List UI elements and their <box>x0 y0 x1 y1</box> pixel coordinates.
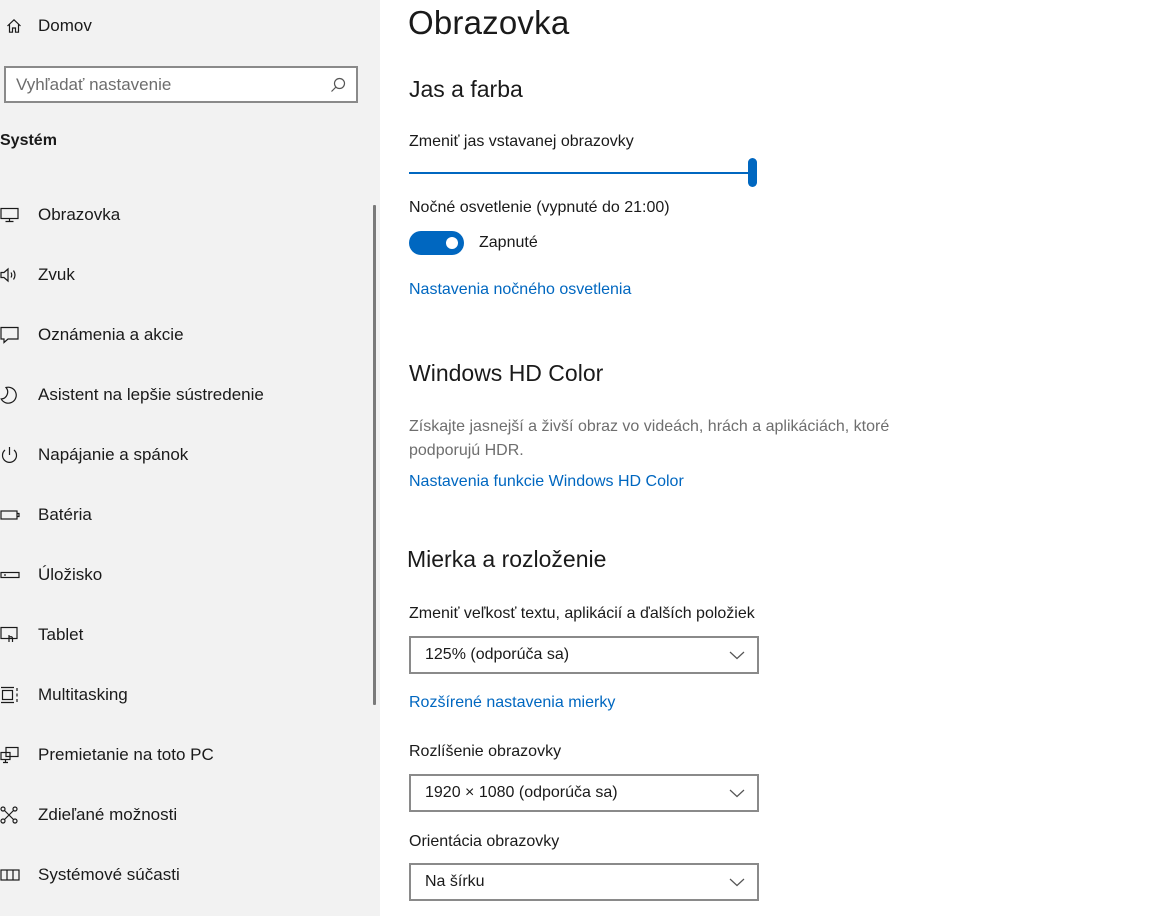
sidebar-item-label: Oznámenia a akcie <box>38 325 184 344</box>
projecting-icon <box>0 746 22 764</box>
hdr-settings-link[interactable]: Nastavenia funkcie Windows HD Color <box>409 473 684 491</box>
sidebar-item-multitasking[interactable]: Multitasking <box>0 665 372 725</box>
resolution-dropdown[interactable]: 1920 × 1080 (odporúča sa) <box>409 774 759 812</box>
sidebar-item-zvuk[interactable]: Zvuk <box>0 245 372 305</box>
chevron-down-icon <box>729 650 745 660</box>
night-light-settings-link[interactable]: Nastavenia nočného osvetlenia <box>409 281 631 299</box>
hdr-description-line: podporujú HDR. <box>409 442 524 459</box>
chevron-down-icon <box>729 788 745 798</box>
toggle-knob <box>446 237 458 249</box>
home-icon <box>0 18 28 34</box>
slider-track <box>409 172 753 174</box>
resolution-value: 1920 × 1080 (odporúča sa) <box>425 784 618 801</box>
home-nav-item[interactable]: Domov <box>0 12 92 40</box>
sidebar-item-zdielane[interactable]: Zdieľané možnosti <box>0 785 372 845</box>
sidebar-nav: Obrazovka Zvuk Oznámenia a akcie Asisten… <box>0 185 372 905</box>
sidebar-item-napajanie[interactable]: Napájanie a spánok <box>0 425 372 485</box>
sidebar-item-asistent[interactable]: Asistent na lepšie sústredenie <box>0 365 372 425</box>
sidebar-item-tablet[interactable]: Tablet <box>0 605 372 665</box>
night-light-toggle-row: Zapnuté <box>409 231 538 255</box>
sidebar-scrollbar[interactable] <box>373 205 376 705</box>
sidebar-item-systemove-sucasti[interactable]: Systémové súčasti <box>0 845 372 905</box>
notification-icon <box>0 326 22 344</box>
power-icon <box>0 446 22 464</box>
system-components-icon <box>0 868 22 882</box>
search-placeholder: Vyhľadať nastavenie <box>16 74 172 94</box>
home-label: Domov <box>38 16 92 35</box>
scale-label: Zmeniť veľkosť textu, aplikácií a ďalšíc… <box>409 605 755 622</box>
hdr-heading: Windows HD Color <box>409 360 604 386</box>
slider-thumb[interactable] <box>748 158 757 187</box>
multitasking-icon <box>0 686 22 704</box>
scale-dropdown[interactable]: 125% (odporúča sa) <box>409 636 759 674</box>
sidebar-item-label: Asistent na lepšie sústredenie <box>38 385 264 404</box>
hdr-description-line: Získajte jasnejší a živší obraz vo videá… <box>409 418 890 435</box>
orientation-label: Orientácia obrazovky <box>409 833 560 850</box>
battery-icon <box>0 509 22 521</box>
resolution-label: Rozlíšenie obrazovky <box>409 743 562 760</box>
monitor-icon <box>0 207 22 223</box>
sidebar-item-label: Multitasking <box>38 685 128 704</box>
sidebar: Domov Vyhľadať nastavenie Systém Obrazov… <box>0 0 380 916</box>
search-input[interactable]: Vyhľadať nastavenie <box>4 66 358 103</box>
sidebar-item-label: Zdieľané možnosti <box>38 805 178 824</box>
section-title: Systém <box>0 132 57 149</box>
hdr-description: Získajte jasnejší a živší obraz vo videá… <box>409 415 949 463</box>
scale-value: 125% (odporúča sa) <box>425 646 570 663</box>
sidebar-item-label: Zvuk <box>38 265 75 284</box>
orientation-dropdown[interactable]: Na šírku <box>409 863 759 901</box>
scale-heading: Mierka a rozloženie <box>407 546 607 572</box>
search-icon[interactable] <box>330 77 346 93</box>
shared-experiences-icon <box>0 806 22 824</box>
sidebar-item-label: Tablet <box>38 625 84 644</box>
main-content: Obrazovka Jas a farba Zmeniť jas vstavan… <box>380 0 1175 916</box>
brightness-slider[interactable] <box>409 158 757 188</box>
toggle-state-label: Zapnuté <box>479 234 538 251</box>
orientation-value: Na šírku <box>425 873 485 890</box>
moon-icon <box>0 386 22 404</box>
sidebar-item-label: Napájanie a spánok <box>38 445 189 464</box>
sidebar-item-label: Obrazovka <box>38 205 121 224</box>
page-title: Obrazovka <box>408 4 570 41</box>
tablet-icon <box>0 626 22 644</box>
night-light-label: Nočné osvetlenie (vypnuté do 21:00) <box>409 199 670 216</box>
sidebar-item-label: Úložisko <box>38 565 103 584</box>
advanced-scaling-link[interactable]: Rozšírené nastavenia mierky <box>409 694 615 712</box>
speaker-icon <box>0 267 22 283</box>
sidebar-item-obrazovka[interactable]: Obrazovka <box>0 185 372 245</box>
chevron-down-icon <box>729 877 745 887</box>
sidebar-item-ulozisko[interactable]: Úložisko <box>0 545 372 605</box>
brightness-slider-label: Zmeniť jas vstavanej obrazovky <box>409 133 634 150</box>
sidebar-item-bateria[interactable]: Batéria <box>0 485 372 545</box>
sidebar-item-premietanie[interactable]: Premietanie na toto PC <box>0 725 372 785</box>
sidebar-item-label: Premietanie na toto PC <box>38 745 214 764</box>
sidebar-item-oznamenia[interactable]: Oznámenia a akcie <box>0 305 372 365</box>
sidebar-item-label: Systémové súčasti <box>38 865 180 884</box>
sidebar-item-label: Batéria <box>38 505 92 524</box>
brightness-heading: Jas a farba <box>409 76 523 102</box>
night-light-toggle[interactable] <box>409 231 464 255</box>
storage-icon <box>0 570 22 580</box>
